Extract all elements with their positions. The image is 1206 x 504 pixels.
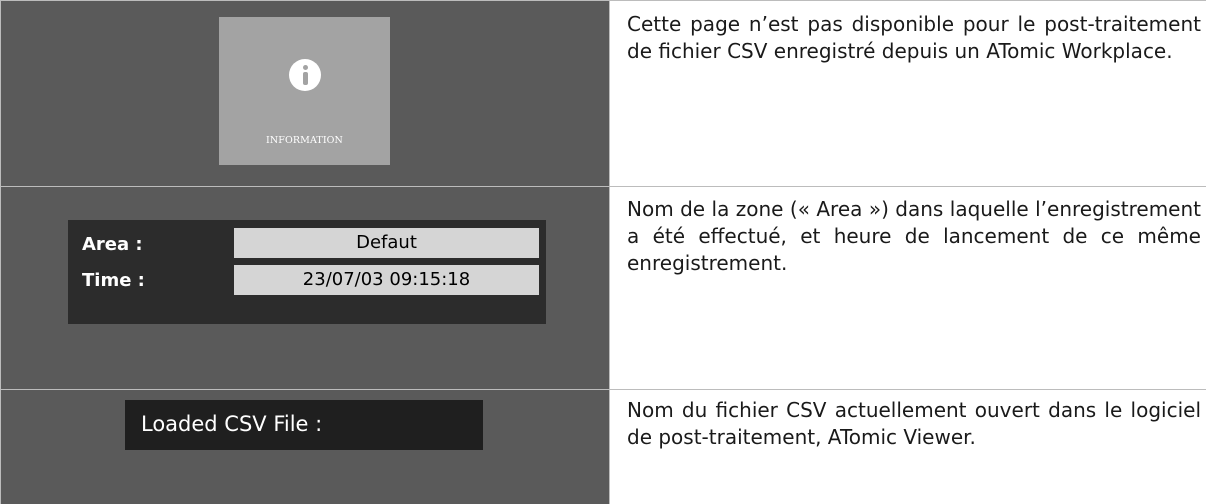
information-button-image: INFORMATION <box>219 17 390 165</box>
description-text: Nom du fichier CSV actuellement ouvert d… <box>627 398 1201 449</box>
image-cell: Loaded CSV File : <box>0 389 610 504</box>
info-icon <box>289 59 321 91</box>
description-cell: Nom du fichier CSV actuellement ouvert d… <box>609 389 1206 504</box>
description-cell: Nom de la zone (« Area ») dans laquelle … <box>609 186 1206 390</box>
description-text: Nom de la zone (« Area ») dans laquelle … <box>627 197 1201 275</box>
description-text: Cette page n’est pas disponible pour le … <box>627 12 1201 63</box>
time-label: Time : <box>82 270 145 291</box>
area-field: Defaut <box>234 228 539 258</box>
table-row: Loaded CSV File : Nom du fichier CSV act… <box>0 389 1206 504</box>
image-cell: Area : Defaut Time : 23/07/03 09:15:18 <box>0 186 610 390</box>
loaded-csv-file-bar: Loaded CSV File : <box>125 400 483 450</box>
time-field: 23/07/03 09:15:18 <box>234 265 539 295</box>
table-row: INFORMATION Cette page n’est pas disponi… <box>0 0 1206 187</box>
loaded-csv-file-label: Loaded CSV File : <box>141 412 323 436</box>
image-cell: INFORMATION <box>0 0 610 187</box>
area-label: Area : <box>82 234 143 255</box>
description-cell: Cette page n’est pas disponible pour le … <box>609 0 1206 187</box>
area-time-panel: Area : Defaut Time : 23/07/03 09:15:18 <box>68 220 546 324</box>
information-label: INFORMATION <box>266 135 343 146</box>
documentation-table: INFORMATION Cette page n’est pas disponi… <box>0 0 1206 504</box>
table-row: Area : Defaut Time : 23/07/03 09:15:18 N… <box>0 186 1206 390</box>
